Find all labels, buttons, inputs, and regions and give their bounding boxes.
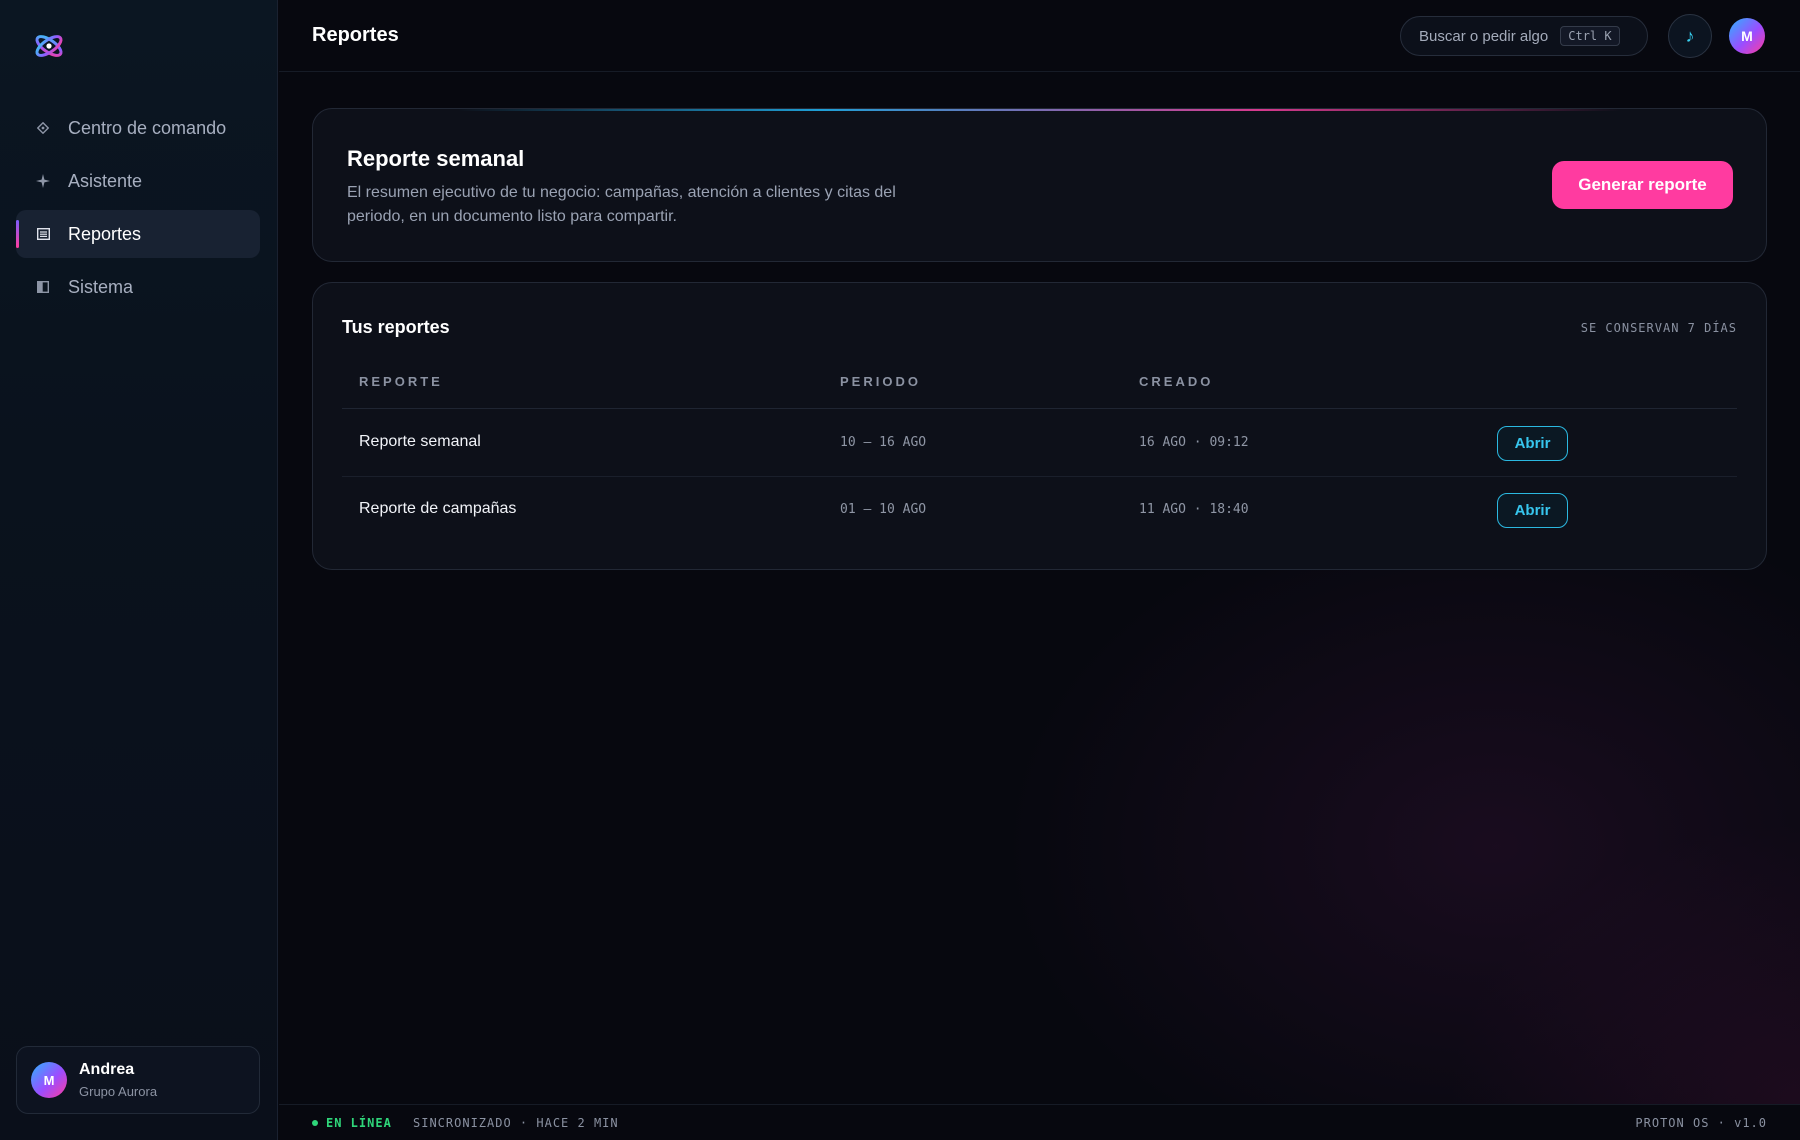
online-status: EN LÍNEA [326,1116,392,1130]
open-report-button[interactable]: Abrir [1497,426,1568,461]
report-created: 11 AGO · 18:40 [1139,502,1249,517]
column-header-periodo: PERIODO [840,374,921,389]
report-period: 01 — 10 AGO [840,502,927,517]
search-input[interactable]: Buscar o pedir algo Ctrl K [1400,16,1648,56]
user-name: Andrea [79,1061,135,1078]
sidebar-item-sistema[interactable]: Sistema [16,263,260,311]
reports-panel: Tus reportes SE CONSERVAN 7 DÍAS REPORTE… [312,282,1767,570]
weekly-report-card: Reporte semanal El resumen ejecutivo de … [312,108,1767,262]
retention-note: SE CONSERVAN 7 DÍAS [1580,321,1737,335]
sidebar-item-label: Sistema [68,276,134,297]
page-title: Reportes [312,24,399,46]
table-row: Reporte semanal 10 — 16 AGO 16 AGO · 09:… [342,410,1737,477]
column-header-reporte: REPORTE [359,374,443,389]
sidebar-item-reportes[interactable]: Reportes [16,210,260,258]
top-bar: Reportes Buscar o pedir algo Ctrl K ♪ M [279,0,1800,72]
user-organization: Grupo Aurora [79,1084,158,1099]
generate-report-button[interactable]: Generar reporte [1552,161,1733,209]
sidebar-item-label: Asistente [68,170,143,191]
reports-title: Tus reportes [342,317,450,337]
table-header: REPORTE PERIODO CREADO [342,363,1737,409]
sidebar-nav: Centro de comando Asistente Reportes Sis… [16,104,260,316]
search-placeholder: Buscar o pedir algo [1419,27,1549,45]
panel-icon [36,280,50,294]
music-note-icon[interactable]: ♪ [1668,14,1712,58]
user-meta: Andrea Grupo Aurora [79,1061,157,1099]
report-created: 16 AGO · 09:12 [1139,435,1249,450]
report-period: 10 — 16 AGO [840,435,927,450]
open-report-button[interactable]: Abrir [1497,493,1568,528]
status-bar: EN LÍNEA SINCRONIZADO · HACE 2 MIN PROTO… [279,1104,1800,1140]
sidebar-item-centro-de-comando[interactable]: Centro de comando [16,104,260,152]
hero-description: El resumen ejecutivo de tu negocio: camp… [347,184,896,225]
diamond-icon [36,121,50,135]
sync-status: SINCRONIZADO · HACE 2 MIN [413,1116,619,1130]
table-row: Reporte de campañas 01 — 10 AGO 11 AGO ·… [342,477,1737,544]
sparkle-icon [36,174,50,188]
keyboard-shortcut-badge: Ctrl K [1560,26,1620,46]
column-header-creado: CREADO [1139,374,1214,389]
hero-title: Reporte semanal [347,146,525,171]
version-label: PROTON OS · v1.0 [1635,1116,1767,1130]
app-logo-icon[interactable] [32,30,66,62]
main-content: Reporte semanal El resumen ejecutivo de … [279,73,1800,1104]
avatar: M [31,1062,67,1098]
report-name: Reporte semanal [359,433,481,450]
sidebar-item-label: Centro de comando [68,117,227,138]
list-icon [36,227,50,241]
report-name: Reporte de campañas [359,500,517,517]
sidebar: Centro de comando Asistente Reportes Sis… [0,0,278,1140]
sidebar-item-label: Reportes [68,223,142,244]
sidebar-item-asistente[interactable]: Asistente [16,157,260,205]
user-card[interactable]: M Andrea Grupo Aurora [16,1046,260,1114]
online-status-dot-icon [312,1120,318,1126]
header-avatar[interactable]: M [1729,18,1765,54]
